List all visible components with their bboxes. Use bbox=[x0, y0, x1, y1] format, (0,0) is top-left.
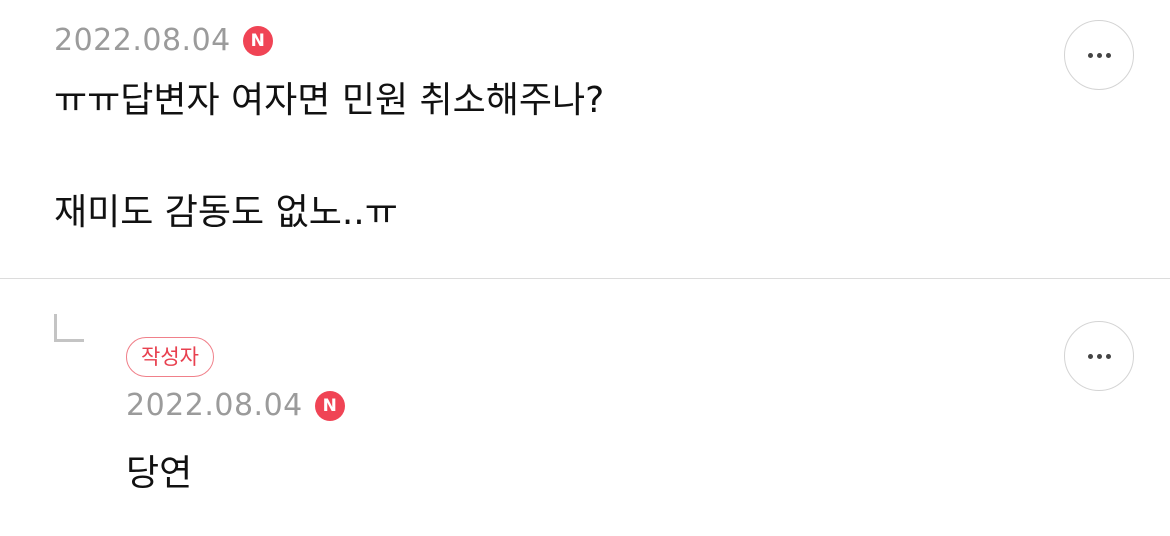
comment-meta: 2022.08.04 N bbox=[54, 21, 273, 61]
more-horizontal-icon bbox=[1087, 353, 1111, 359]
reply-meta: 2022.08.04 N bbox=[126, 386, 345, 426]
new-badge-icon: N bbox=[242, 26, 273, 56]
new-badge-icon: N bbox=[314, 391, 345, 421]
reply-more-button[interactable] bbox=[1064, 321, 1134, 391]
author-badge: 작성자 bbox=[126, 337, 214, 377]
reply-date: 2022.08.04 bbox=[126, 388, 303, 423]
comment-item: 2022.08.04 N ㅠㅠ답변자 여자면 민원 취소해주나? 재미도 감동도… bbox=[0, 0, 1170, 279]
comment-date: 2022.08.04 bbox=[54, 23, 231, 58]
comment-text: ㅠㅠ답변자 여자면 민원 취소해주나? 재미도 감동도 없노..ㅠ bbox=[54, 80, 605, 233]
reply-arrow-icon bbox=[54, 314, 84, 342]
comment-more-button[interactable] bbox=[1064, 20, 1134, 90]
reply-text: 당연 bbox=[126, 453, 193, 494]
reply-item: 작성자 2022.08.04 N 당연 bbox=[0, 279, 1170, 536]
more-horizontal-icon bbox=[1087, 52, 1111, 58]
